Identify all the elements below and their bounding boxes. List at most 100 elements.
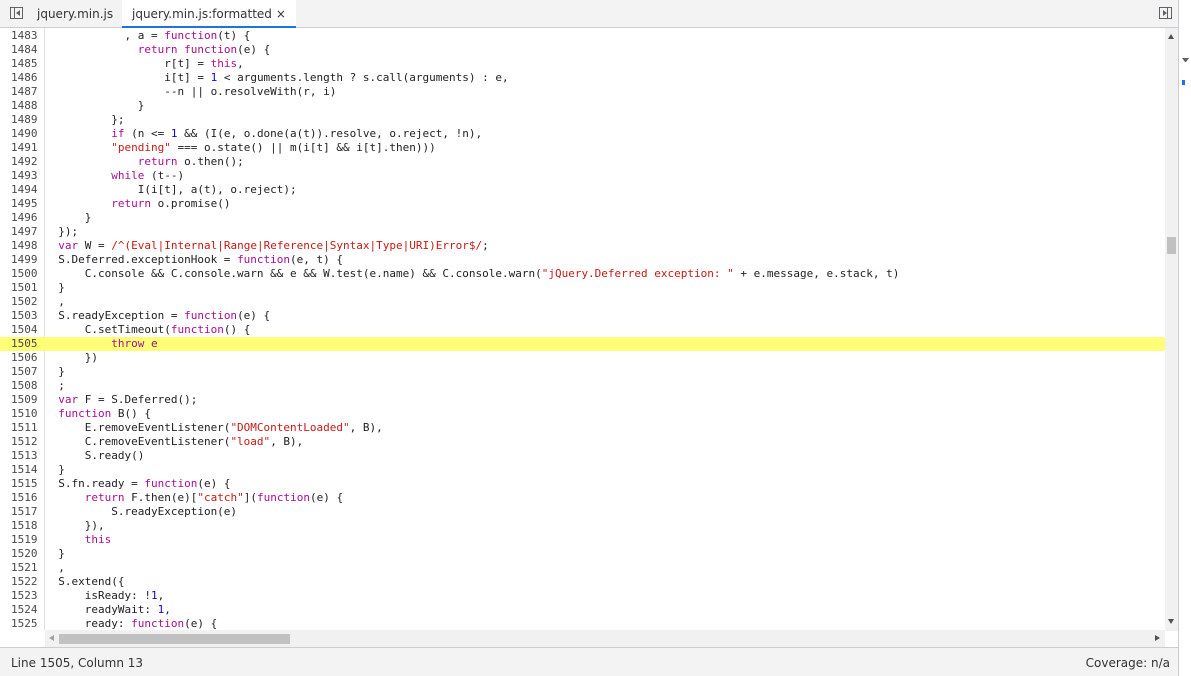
code-line[interactable]: 1496 } [0, 211, 1165, 225]
code-line[interactable]: 1516 return F.then(e)["catch"](function(… [0, 491, 1165, 505]
code-line[interactable]: 1487 --n || o.resolveWith(r, i) [0, 85, 1165, 99]
line-number[interactable]: 1520 [0, 547, 49, 561]
line-number[interactable]: 1513 [0, 449, 49, 463]
line-number[interactable]: 1500 [0, 267, 49, 281]
scroll-left-icon[interactable] [49, 635, 54, 641]
line-number[interactable]: 1485 [0, 57, 49, 71]
code-line[interactable]: 1523 isReady: !1, [0, 589, 1165, 603]
code-line[interactable]: 1525 ready: function(e) { [0, 617, 1165, 630]
code-line[interactable]: 1506 }) [0, 351, 1165, 365]
code-line[interactable]: 1492 return o.then(); [0, 155, 1165, 169]
scroll-right-icon[interactable] [1155, 635, 1160, 641]
line-number[interactable]: 1506 [0, 351, 49, 365]
code-line[interactable]: 1489 }; [0, 113, 1165, 127]
code-line[interactable]: 1504 C.setTimeout(function() { [0, 323, 1165, 337]
line-number[interactable]: 1495 [0, 197, 49, 211]
line-number[interactable]: 1492 [0, 155, 49, 169]
line-number[interactable]: 1518 [0, 519, 49, 533]
line-number[interactable]: 1484 [0, 43, 49, 57]
line-number[interactable]: 1496 [0, 211, 49, 225]
code-editor[interactable]: 1483 , a = function(t) {1484 return func… [0, 28, 1165, 630]
code-line[interactable]: 1483 , a = function(t) { [0, 29, 1165, 43]
show-debugger-icon[interactable] [1159, 7, 1172, 19]
code-line[interactable]: 1497 }); [0, 225, 1165, 239]
tab-jquery-min-js[interactable]: jquery.min.js [27, 0, 123, 27]
code-line[interactable]: 1512 C.removeEventListener("load", B), [0, 435, 1165, 449]
code-line[interactable]: 1503 S.readyException = function(e) { [0, 309, 1165, 323]
line-number[interactable]: 1490 [0, 127, 49, 141]
chevron-down-icon[interactable] [1182, 58, 1189, 63]
code-line[interactable]: 1498 var W = /^(Eval|Internal|Range|Refe… [0, 239, 1165, 253]
scroll-down-icon[interactable] [1168, 619, 1174, 624]
code-line[interactable]: 1484 return function(e) { [0, 43, 1165, 57]
code-line[interactable]: 1491 "pending" === o.state() || m(i[t] &… [0, 141, 1165, 155]
code-line[interactable]: 1486 i[t] = 1 < arguments.length ? s.cal… [0, 71, 1165, 85]
line-number[interactable]: 1516 [0, 491, 49, 505]
code-line[interactable]: 1524 readyWait: 1, [0, 603, 1165, 617]
code-line[interactable]: 1502 , [0, 295, 1165, 309]
line-number[interactable]: 1491 [0, 141, 49, 155]
scroll-up-icon[interactable] [1168, 34, 1174, 39]
code-line[interactable]: 1519 this [0, 533, 1165, 547]
code-line[interactable]: 1488 } [0, 99, 1165, 113]
line-number[interactable]: 1525 [0, 617, 49, 630]
code-line[interactable]: 1522 S.extend({ [0, 575, 1165, 589]
line-number[interactable]: 1510 [0, 407, 49, 421]
line-number[interactable]: 1521 [0, 561, 49, 575]
horizontal-scroll-thumb[interactable] [59, 634, 290, 644]
code-line[interactable]: 1507 } [0, 365, 1165, 379]
code-line[interactable]: 1485 r[t] = this, [0, 57, 1165, 71]
line-number[interactable]: 1486 [0, 71, 49, 85]
line-number[interactable]: 1511 [0, 421, 49, 435]
code-line[interactable]: 1515 S.fn.ready = function(e) { [0, 477, 1165, 491]
line-number[interactable]: 1524 [0, 603, 49, 617]
code-line[interactable]: 1494 I(i[t], a(t), o.reject); [0, 183, 1165, 197]
code-line[interactable]: 1513 S.ready() [0, 449, 1165, 463]
line-number[interactable]: 1483 [0, 29, 49, 43]
code-line[interactable]: 1501 } [0, 281, 1165, 295]
close-tab-icon[interactable]: × [276, 7, 286, 21]
line-number[interactable]: 1523 [0, 589, 49, 603]
line-number[interactable]: 1509 [0, 393, 49, 407]
code-line[interactable]: 1499 S.Deferred.exceptionHook = function… [0, 253, 1165, 267]
code-line[interactable]: 1495 return o.promise() [0, 197, 1165, 211]
line-number[interactable]: 1503 [0, 309, 49, 323]
line-number[interactable]: 1489 [0, 113, 49, 127]
code-line[interactable]: 1490 if (n <= 1 && (I(e, o.done(a(t)).re… [0, 127, 1165, 141]
code-line[interactable]: 1511 E.removeEventListener("DOMContentLo… [0, 421, 1165, 435]
line-number[interactable]: 1498 [0, 239, 49, 253]
line-number[interactable]: 1504 [0, 323, 49, 337]
line-number[interactable]: 1517 [0, 505, 49, 519]
code-line[interactable]: 1505 throw e [0, 337, 1165, 351]
line-number[interactable]: 1508 [0, 379, 49, 393]
line-number[interactable]: 1487 [0, 85, 49, 99]
code-line[interactable]: 1514 } [0, 463, 1165, 477]
code-line[interactable]: 1509 var F = S.Deferred(); [0, 393, 1165, 407]
line-number[interactable]: 1501 [0, 281, 49, 295]
line-number[interactable]: 1493 [0, 169, 49, 183]
line-number[interactable]: 1488 [0, 99, 49, 113]
show-navigator-icon[interactable] [10, 7, 23, 19]
line-number[interactable]: 1515 [0, 477, 49, 491]
vertical-scroll-thumb[interactable] [1167, 237, 1176, 254]
line-number[interactable]: 1499 [0, 253, 49, 267]
line-number[interactable]: 1512 [0, 435, 49, 449]
line-number[interactable]: 1494 [0, 183, 49, 197]
line-number[interactable]: 1507 [0, 365, 49, 379]
cursor-position[interactable]: Line 1505, Column 13 [11, 656, 143, 670]
horizontal-scrollbar[interactable] [45, 630, 1165, 647]
tab-jquery-min-js-formatted[interactable]: jquery.min.js:formatted × [122, 0, 296, 28]
code-line[interactable]: 1518 }), [0, 519, 1165, 533]
code-line[interactable]: 1520 } [0, 547, 1165, 561]
code-line[interactable]: 1521 , [0, 561, 1165, 575]
code-line[interactable]: 1517 S.readyException(e) [0, 505, 1165, 519]
line-number[interactable]: 1519 [0, 533, 49, 547]
code-line[interactable]: 1493 while (t--) [0, 169, 1165, 183]
vertical-scrollbar[interactable] [1165, 28, 1178, 631]
line-number[interactable]: 1514 [0, 463, 49, 477]
code-line[interactable]: 1500 C.console && C.console.warn && e &&… [0, 267, 1165, 281]
line-number[interactable]: 1505 [0, 337, 49, 351]
line-number[interactable]: 1497 [0, 225, 49, 239]
code-line[interactable]: 1510 function B() { [0, 407, 1165, 421]
line-number[interactable]: 1502 [0, 295, 49, 309]
